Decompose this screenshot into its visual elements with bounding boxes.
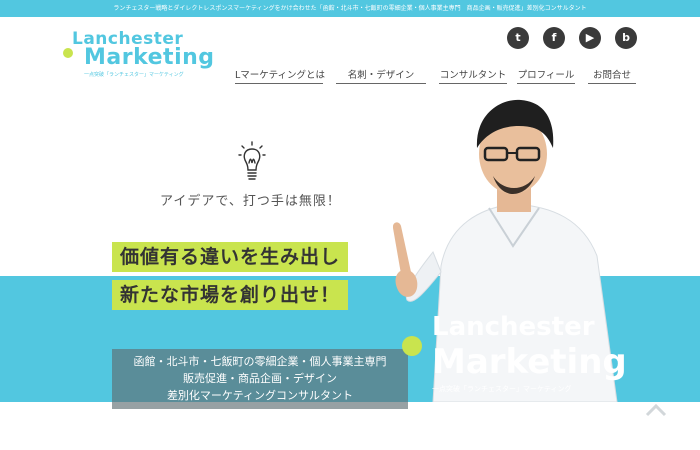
social-links: t f ▶ b [507, 27, 637, 49]
main-nav: Lマーケティングとは 名刺・デザイン コンサルタント プロフィール お問合せ [0, 67, 700, 84]
site-header: Lanchester Marketing 一点突破「ランチェスター」マーケティン… [0, 17, 700, 95]
twitter-icon[interactable]: t [507, 27, 529, 49]
blog-icon[interactable]: b [615, 27, 637, 49]
hero-logo-mark-icon [402, 336, 422, 356]
hero-logo-line2: Marketing [432, 342, 627, 382]
youtube-icon[interactable]: ▶ [579, 27, 601, 49]
hero-headline-1: 価値有る違いを生み出し [112, 242, 349, 272]
hero-headline-2: 新たな市場を創り出せ！ [112, 280, 349, 310]
lightbulb-icon [238, 141, 266, 180]
nav-item-design[interactable]: 名刺・デザイン [336, 67, 426, 84]
nav-item-consultant[interactable]: コンサルタント [439, 67, 507, 84]
service-info-line-3: 差別化マーケティングコンサルタント [166, 389, 354, 402]
hero-tagline: アイデアで、打つ手は無限！ [160, 194, 341, 209]
hero-logo: Lanchester Marketing 一点突破「ランチェスター」マーケティン… [400, 312, 640, 397]
service-info-line-2: 販売促進・商品企画・デザイン [183, 372, 337, 385]
top-announcement-bar: ランチェスター戦略とダイレクトレスポンスマーケティングをかけ合わせた「函館・北斗… [0, 0, 700, 17]
hero-logo-tagline: 一点突破「ランチェスター」マーケティング [432, 385, 572, 393]
scroll-to-top-chevron-icon[interactable] [645, 403, 667, 417]
nav-item-about[interactable]: Lマーケティングとは [235, 67, 325, 84]
facebook-icon[interactable]: f [543, 27, 565, 49]
service-info-line-1: 函館・北斗市・七飯町の零細企業・個人事業主専門 [133, 355, 387, 368]
service-info-box: 函館・北斗市・七飯町の零細企業・個人事業主専門 販売促進・商品企画・デザイン 差… [112, 349, 408, 409]
nav-item-contact[interactable]: お問合せ [588, 67, 636, 84]
hero-logo-line1: Lanchester [432, 312, 595, 342]
nav-item-profile[interactable]: プロフィール [517, 67, 575, 84]
